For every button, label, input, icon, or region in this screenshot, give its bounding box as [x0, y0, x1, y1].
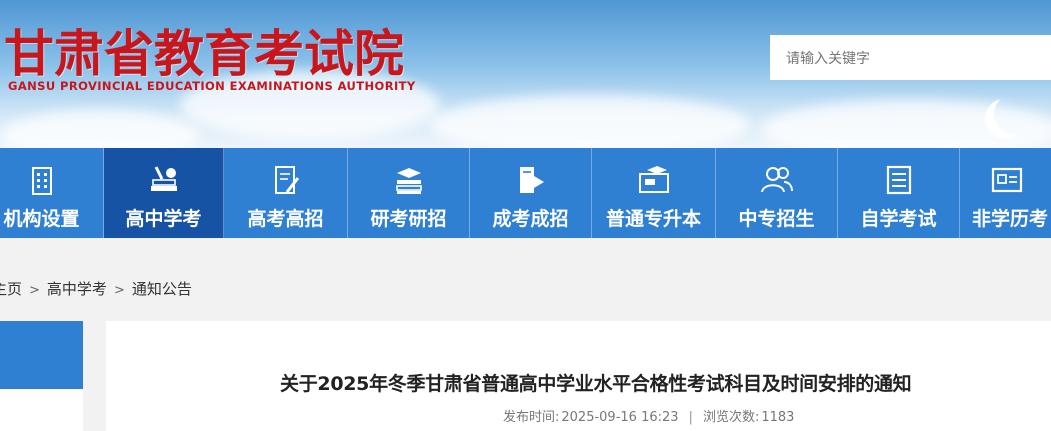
nav-item-putong-zhuanshengben[interactable]: 普通专升本 — [592, 148, 716, 238]
cloud-decoration — [430, 95, 750, 148]
nav-item-zixue-kaoshi[interactable]: 自学考试 — [838, 148, 960, 238]
nav-item-gaozhong-xuekao[interactable]: 高中学考 — [104, 148, 224, 238]
site-logo-title[interactable]: 甘肃省教育考试院 — [4, 14, 404, 86]
nav-label: 机构设置 — [3, 208, 80, 230]
breadcrumb-level2-link[interactable]: 通知公告 — [132, 278, 192, 299]
nav-label: 中专招生 — [738, 208, 815, 230]
document-lines-icon — [886, 165, 911, 195]
cloud-decoration — [0, 110, 200, 148]
breadcrumb-home-link[interactable]: 主页 — [0, 278, 22, 299]
books-apple-icon — [150, 166, 177, 191]
nav-label: 非学历考 — [972, 208, 1049, 230]
id-card-icon — [991, 167, 1023, 193]
nav-item-yankao-yanzhao[interactable]: 研考研招 — [348, 148, 470, 238]
nav-item-zhongzhuan-zhaosheng[interactable]: 中专招生 — [716, 148, 838, 238]
document-pen-icon — [274, 166, 299, 194]
breadcrumb-level1-link[interactable]: 高中学考 — [47, 278, 107, 299]
nav-label: 普通专升本 — [605, 208, 701, 230]
views-label: 浏览次数: — [702, 410, 760, 425]
breadcrumb-separator: > — [113, 283, 125, 298]
nav-label: 成考成招 — [492, 208, 569, 230]
article-meta: 发布时间: 2025-09-16 16:23 | 浏览次数: 1183 — [503, 406, 794, 425]
users-icon — [760, 167, 793, 193]
meta-divider: | — [688, 410, 693, 425]
views-count: 1183 — [761, 410, 795, 425]
nav-item-jigou[interactable]: 机构设置 — [0, 148, 104, 238]
search-input[interactable] — [770, 35, 1051, 80]
book-flag-icon — [519, 167, 544, 193]
article-title: 关于2025年冬季甘肃省普通高中学业水平合格性考试科目及时间安排的通知 — [280, 373, 912, 395]
nav-item-fei-xueli-kao[interactable]: 非学历考 — [960, 148, 1051, 238]
nav-item-gaokao-gaozhao[interactable]: 高考高招 — [224, 148, 348, 238]
site-header: 甘肃省教育考试院 GANSU PROVINCIAL EDUCATION EXAM… — [0, 0, 1051, 148]
nav-label: 自学考试 — [860, 208, 937, 230]
nav-label: 高考高招 — [247, 208, 324, 230]
publish-time-label: 发布时间: — [503, 410, 560, 425]
book-stack-icon — [395, 168, 422, 194]
sidebar-menu — [0, 389, 83, 431]
breadcrumb-separator: > — [29, 283, 40, 298]
nav-label: 高中学考 — [125, 208, 202, 230]
nav-item-chengkao-chengzhao[interactable]: 成考成招 — [470, 148, 592, 238]
graduation-screen-icon — [638, 166, 669, 193]
publish-time-value: 2025-09-16 16:23 — [561, 410, 679, 425]
site-logo-subtitle: GANSU PROVINCIAL EDUCATION EXAMINATIONS … — [8, 79, 416, 93]
breadcrumb: 主页 > 高中学考 > 通知公告 — [0, 278, 192, 299]
nav-label: 研考研招 — [370, 208, 447, 230]
sidebar-header — [0, 321, 83, 389]
building-icon — [31, 167, 52, 195]
main-nav: 机构设置 高中学考 高考高招 研考研招 成考成招 普通专升本 中专招生 自学考试… — [0, 148, 1051, 238]
